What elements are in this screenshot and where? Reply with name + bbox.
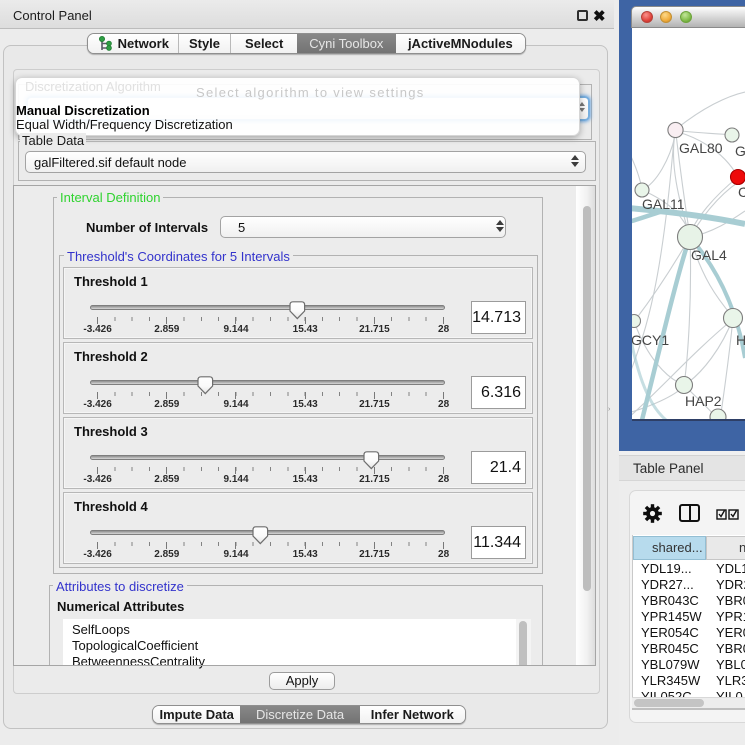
svg-text:GAL80: GAL80: [679, 140, 723, 156]
svg-text:H: H: [736, 332, 745, 348]
svg-text:HAP2: HAP2: [685, 393, 722, 409]
svg-text:GAL11: GAL11: [642, 196, 685, 212]
svg-text:GA: GA: [735, 143, 745, 159]
svg-text:C: C: [738, 184, 745, 200]
svg-text:GAL4: GAL4: [691, 247, 727, 263]
svg-text:GCY1: GCY1: [632, 332, 669, 348]
